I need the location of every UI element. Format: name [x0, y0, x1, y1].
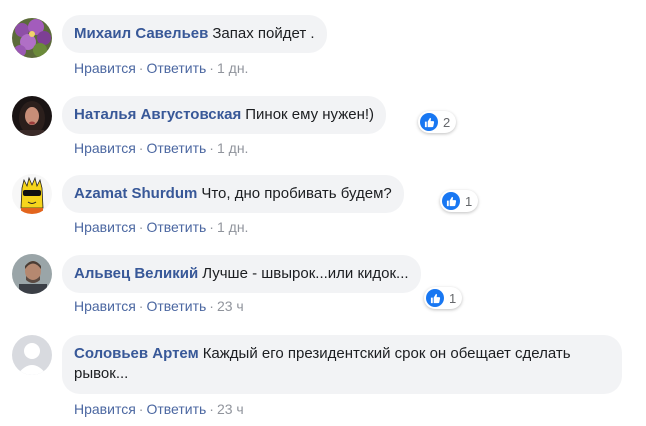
separator: ·: [209, 298, 214, 314]
reaction-count[interactable]: 2: [418, 111, 457, 133]
comment-actions: Нравится · Ответить · 1 дн.: [74, 218, 248, 236]
like-thumb-icon: [442, 192, 460, 210]
separator: ·: [138, 298, 144, 314]
avatar[interactable]: [12, 254, 52, 294]
comment-actions: Нравится · Ответить · 23 ч: [74, 400, 244, 418]
reaction-count[interactable]: 1: [440, 190, 479, 212]
reply-link[interactable]: Ответить: [146, 298, 206, 314]
separator: ·: [138, 60, 144, 76]
cartoon-avatar-icon: [12, 174, 52, 214]
woman-avatar-icon: [12, 96, 52, 136]
comment-bubble: Наталья Августовская Пинок ему нужен!): [62, 96, 387, 134]
default-avatar-icon: [12, 335, 52, 375]
comment-text: Лучше - швырок...или кидок...: [202, 265, 409, 282]
like-link[interactable]: Нравится: [74, 140, 136, 156]
separator: ·: [209, 140, 214, 156]
like-thumb-icon: [426, 289, 444, 307]
separator: ·: [138, 401, 144, 417]
comment-text: Запах пойдет .: [212, 25, 315, 42]
comment-author[interactable]: Михаил Савельев: [74, 25, 208, 42]
comment-author[interactable]: Наталья Августовская: [74, 106, 241, 123]
avatar[interactable]: [12, 96, 52, 136]
comment-author[interactable]: Соловьев Артем: [74, 345, 199, 362]
separator: ·: [138, 219, 144, 235]
comment-actions: Нравится · Ответить · 1 дн.: [74, 139, 248, 157]
reaction-count[interactable]: 1: [424, 287, 463, 309]
reply-link[interactable]: Ответить: [146, 60, 206, 76]
reaction-number: 1: [465, 193, 473, 209]
separator: ·: [209, 401, 214, 417]
comment-time[interactable]: 1 дн.: [217, 219, 248, 235]
comment-time[interactable]: 1 дн.: [217, 60, 248, 76]
reaction-number: 1: [449, 290, 457, 306]
like-link[interactable]: Нравится: [74, 60, 136, 76]
flowers-avatar-icon: [12, 18, 52, 58]
like-link[interactable]: Нравится: [74, 219, 136, 235]
comment-time[interactable]: 1 дн.: [217, 140, 248, 156]
avatar[interactable]: [12, 335, 52, 375]
comment-time[interactable]: 23 ч: [217, 401, 244, 417]
comment-actions: Нравится · Ответить · 1 дн.: [74, 59, 248, 77]
reply-link[interactable]: Ответить: [146, 140, 206, 156]
separator: ·: [138, 140, 144, 156]
like-thumb-icon: [420, 113, 438, 131]
comment-text: Пинок ему нужен!): [245, 106, 375, 123]
avatar[interactable]: [12, 18, 52, 58]
man-avatar-icon: [12, 254, 52, 294]
avatar[interactable]: [12, 174, 52, 214]
comment-time[interactable]: 23 ч: [217, 298, 244, 314]
separator: ·: [209, 219, 214, 235]
comment-bubble: Михаил Савельев Запах пойдет .: [62, 15, 327, 53]
comment-bubble: Альвец Великий Лучше - швырок...или кидок…: [62, 255, 421, 293]
comment-bubble: Соловьев Артем Каждый его президентский с…: [62, 335, 622, 394]
reply-link[interactable]: Ответить: [146, 401, 206, 417]
like-link[interactable]: Нравится: [74, 401, 136, 417]
reply-link[interactable]: Ответить: [146, 219, 206, 235]
comment-actions: Нравится · Ответить · 23 ч: [74, 297, 244, 315]
reaction-number: 2: [443, 114, 451, 130]
comment-author[interactable]: Альвец Великий: [74, 265, 198, 282]
separator: ·: [209, 60, 214, 76]
comment-bubble: Azamat Shurdum Что, дно пробивать будем?: [62, 175, 404, 213]
like-link[interactable]: Нравится: [74, 298, 136, 314]
comment-author[interactable]: Azamat Shurdum: [74, 185, 197, 202]
comment-text: Что, дно пробивать будем?: [201, 185, 392, 202]
